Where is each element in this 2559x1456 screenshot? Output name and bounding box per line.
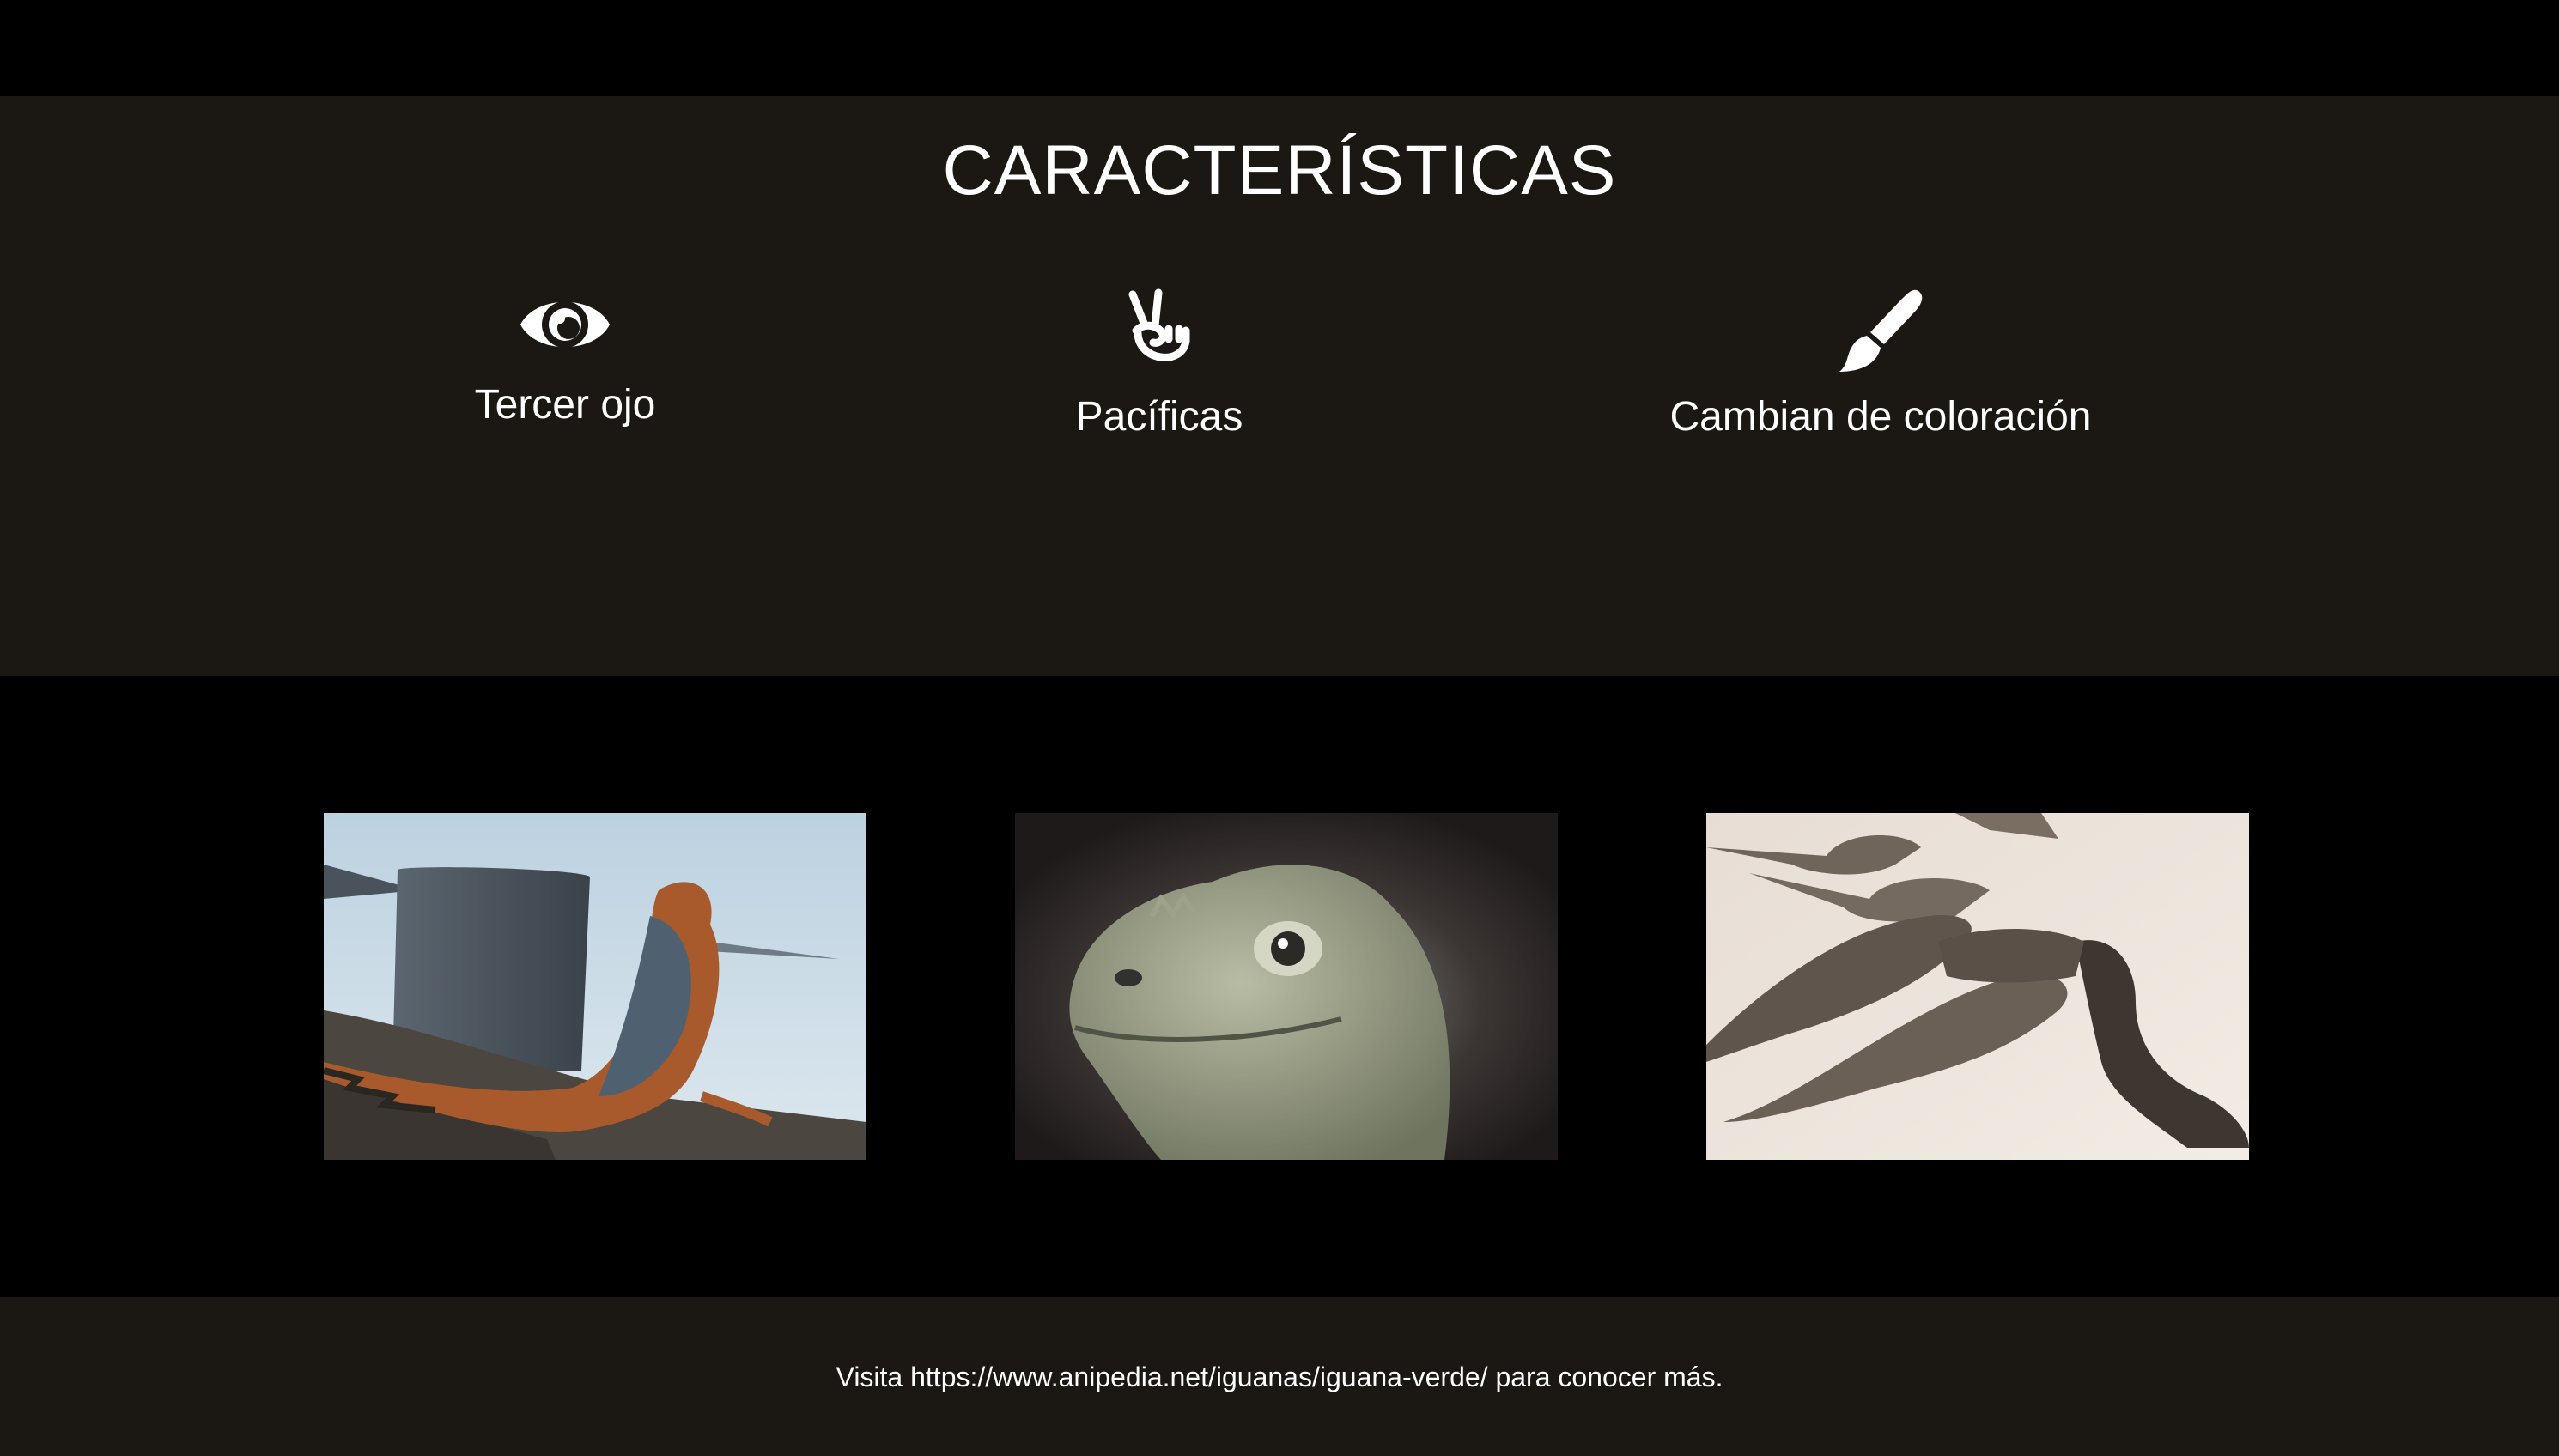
feature-label: Cambian de coloración xyxy=(1669,394,2092,440)
feature-label: Tercer ojo xyxy=(474,382,656,428)
feature-peaceful: Pacíficas xyxy=(1030,288,1288,442)
peace-hand-icon xyxy=(1128,288,1190,361)
feature-third-eye: Tercer ojo xyxy=(436,288,694,430)
footer-source-link-text[interactable]: Visita https://www.anipedia.net/iguanas/… xyxy=(0,1361,2559,1393)
footer: Visita https://www.anipedia.net/iguanas/… xyxy=(0,1297,2559,1456)
section-title: CARACTERÍSTICAS xyxy=(942,131,1617,209)
photo-gallery xyxy=(0,676,2559,1297)
eye-icon xyxy=(520,301,610,348)
feature-color-change: Cambian de coloración xyxy=(1623,288,2138,442)
iguana-on-shore-photo xyxy=(324,813,866,1160)
top-band xyxy=(0,0,2559,96)
feature-label: Pacíficas xyxy=(1075,394,1243,440)
paint-brush-icon xyxy=(1839,289,1923,372)
iguanas-on-sand-photo xyxy=(1706,813,2249,1160)
presentation-slide: CARACTERÍSTICAS Tercer ojo Pacíficas Cam… xyxy=(0,0,2559,1456)
iguana-head-closeup-photo xyxy=(1015,813,1558,1160)
